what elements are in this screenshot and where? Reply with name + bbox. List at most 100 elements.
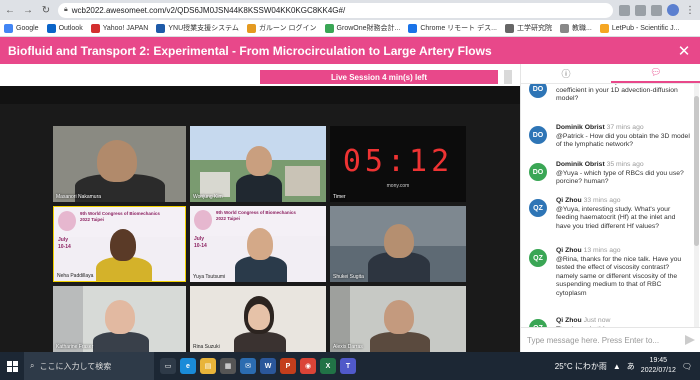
bookmark-favicon-icon (4, 23, 13, 33)
video-tile[interactable]: 9th World Congress of Biomechanics 2022 T… (53, 206, 186, 282)
message-text: @Yuya - which type of RBCs did you use? … (556, 169, 684, 186)
participant-name: Yuya Tsutsumi (193, 274, 226, 280)
taskbar-search-placeholder: ここに入力して検索 (39, 361, 112, 371)
weather-text[interactable]: 25°C にわか雨 (555, 361, 607, 372)
edge-icon[interactable]: e (180, 358, 196, 374)
session-bar: Live Session 4 min(s) left (0, 64, 520, 86)
chat-scrollbar[interactable] (694, 84, 699, 327)
bookmark-favicon-icon (90, 23, 100, 33)
session-timer-text: Live Session 4 min(s) left (330, 72, 428, 82)
chrome-icon[interactable]: ◉ (300, 358, 316, 374)
lock-icon: 🔒︎ (64, 6, 68, 13)
teams-icon[interactable]: T (340, 358, 356, 374)
bookmark-item[interactable]: YNU授業支援システム (156, 23, 239, 33)
send-icon[interactable] (685, 335, 695, 345)
profile-avatar[interactable] (667, 4, 679, 16)
menu-icon[interactable]: ⋮ (684, 4, 696, 16)
info-icon: ⓘ (561, 69, 571, 79)
message-text: @Patrick - How did you obtain the 3D mod… (556, 132, 690, 149)
avatar: DO (529, 84, 547, 98)
clock-brand: mony.com (386, 183, 410, 189)
panel-tabs: ⓘ 💬︎ (521, 64, 700, 84)
video-tile[interactable]: 05:12 mony.com Timer (330, 126, 466, 202)
system-tray: 25°C にわか雨 ▲ あ 19:45 2022/07/12 🗨︎ (555, 356, 700, 376)
bookmark-favicon-icon (559, 23, 569, 33)
bookmark-item[interactable]: LetPub - Scientific J... (599, 23, 680, 33)
task-view-icon[interactable]: ▭ (160, 358, 176, 374)
reload-icon[interactable]: ↻ (40, 4, 52, 16)
congress-logo-icon (194, 210, 212, 230)
message-text: @Shukei - how did you choose the diffusi… (556, 84, 688, 103)
file-explorer-icon[interactable]: ▤ (200, 358, 216, 374)
avatar: DO (529, 126, 547, 144)
video-tile[interactable]: Shukei Sugita (330, 206, 466, 282)
video-tile[interactable]: Rina Suzuki (190, 286, 326, 352)
taskbar: ⌕ ここに入力して検索 ▭ e ▤ ▦ ✉ W P ◉ X T 25°C にわか… (0, 352, 700, 380)
taskbar-search[interactable]: ⌕ ここに入力して検索 (24, 352, 154, 380)
address-bar[interactable]: 🔒︎ wcb2022.awesomeet.com/v2/QDS6JM0JSN44… (58, 2, 613, 18)
bookmark-favicon-icon (246, 23, 256, 33)
participant-name: Timer (333, 194, 346, 200)
video-grid: Masanori Nakamura Wonjung Kim 05:12 mony… (0, 86, 520, 352)
search-icon: ⌕ (30, 361, 35, 370)
bookmark-item[interactable]: Google (4, 23, 39, 33)
bookmark-item[interactable]: 工学研究院 (504, 23, 552, 33)
message-time: 37 mins ago (606, 124, 644, 131)
word-icon[interactable]: W (260, 358, 276, 374)
close-icon[interactable]: ✕ (676, 42, 692, 60)
message-author: Qi Zhou (556, 197, 582, 204)
bookmark-item[interactable]: GrowOne財務会計... (324, 23, 400, 33)
chat-panel: ⓘ 💬︎ DO @Shukei - how did you choose the … (520, 64, 700, 352)
tab-info[interactable]: ⓘ (521, 64, 611, 83)
powerpoint-icon[interactable]: P (280, 358, 296, 374)
message-time: 13 mins ago (583, 247, 621, 254)
windows-icon (6, 360, 18, 372)
participant-name: Masanori Nakamura (56, 194, 102, 200)
countdown-clock: 05:12 (342, 144, 454, 179)
video-tile[interactable]: 9th World Congress of Biomechanics 2022 T… (190, 206, 326, 282)
participant-name: Katharine Fraser (56, 344, 94, 350)
session-header: Biofluid and Transport 2: Experimental -… (0, 37, 700, 64)
bookmark-item[interactable]: 教職... (559, 23, 592, 33)
bookmark-favicon-icon (46, 23, 56, 33)
message-author: Dominik Obrist (556, 124, 605, 131)
bookmark-item[interactable]: Yahoo! JAPAN (90, 23, 148, 33)
chat-input[interactable]: Type message here. Press Enter to... (521, 327, 700, 352)
extension-icon[interactable] (619, 4, 630, 16)
participant-name: Wonjung Kim (193, 194, 223, 200)
video-tile[interactable]: Katharine Fraser (53, 286, 186, 352)
start-button[interactable] (0, 352, 24, 380)
extensions-puzzle-icon[interactable] (651, 4, 662, 16)
bookmark-item[interactable]: Outlook (46, 23, 83, 33)
chat-message-list[interactable]: DO @Shukei - how did you choose the diffu… (521, 84, 693, 327)
participant-name: Neha Paddillaya (57, 273, 94, 279)
notification-icon[interactable]: 🗨︎ (682, 362, 692, 371)
scrollbar[interactable] (504, 70, 512, 84)
taskbar-clock[interactable]: 19:45 2022/07/12 (641, 356, 676, 376)
bookmark-star-icon[interactable] (635, 4, 646, 16)
message-text: @Rina, thanks for the nice talk. Have yo… (556, 255, 682, 297)
forward-icon[interactable]: → (22, 4, 34, 16)
excel-icon[interactable]: X (320, 358, 336, 374)
message-time: 35 mins ago (606, 161, 644, 168)
network-icon[interactable]: ▲ (613, 362, 621, 371)
avatar: DO (529, 163, 547, 181)
video-tile[interactable]: Wonjung Kim (190, 126, 326, 202)
chat-icon: 💬︎ (650, 67, 662, 77)
bookmark-item[interactable]: Chrome リモート デス... (408, 23, 497, 33)
bookmark-favicon-icon (156, 23, 166, 33)
mail-icon[interactable]: ✉ (240, 358, 256, 374)
participant-name: Alexis Darras (333, 344, 363, 350)
browser-toolbar: ← → ↻ 🔒︎ wcb2022.awesomeet.com/v2/QDS6JM… (0, 0, 700, 20)
store-icon[interactable]: ▦ (220, 358, 236, 374)
ime-indicator[interactable]: あ (627, 361, 635, 372)
bookmark-item[interactable]: ガルーン ログイン (246, 23, 317, 33)
tab-chat[interactable]: 💬︎ (611, 64, 700, 83)
congress-logo-icon (58, 211, 76, 231)
message-author: Dominik Obrist (556, 161, 605, 168)
url-text: wcb2022.awesomeet.com/v2/QDS6JM0JSN44K8K… (71, 5, 346, 15)
back-icon[interactable]: ← (4, 4, 16, 16)
video-tile[interactable]: Masanori Nakamura (53, 126, 186, 202)
video-tile[interactable]: Alexis Darras (330, 286, 466, 352)
message-author: Qi Zhou (556, 317, 582, 324)
